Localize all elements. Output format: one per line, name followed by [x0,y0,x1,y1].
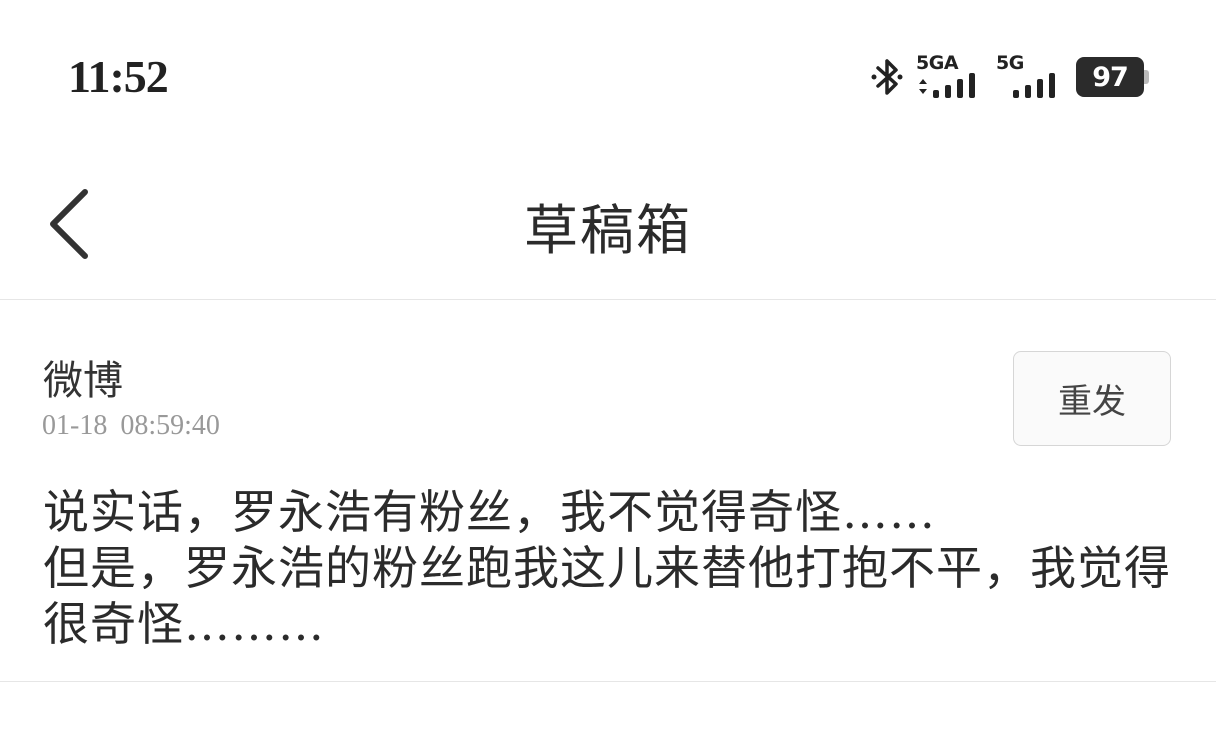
battery-icon: 97 [1076,57,1149,97]
status-time: 11:52 [68,51,169,102]
draft-source: 微博 [43,358,123,404]
draft-timestamp: 01-18 08:59:40 [42,410,220,441]
draft-content: 说实话，罗永浩有粉丝，我不觉得奇怪…… 但是，罗永浩的粉丝跑我这儿来替他打抱不平… [43,485,1171,651]
signal-5ga-icon: 5GA [916,52,984,100]
bluetooth-icon [871,59,903,95]
resend-button[interactable]: 重发 [1013,351,1171,446]
battery-level: 97 [1092,61,1129,93]
page-title: 草稿箱 [524,199,692,262]
status-bar: 11:52 5GA 5G 97 [0,0,1216,150]
header: 草稿箱 [0,150,1216,300]
status-icons: 5GA 5G 97 [870,52,1149,100]
signal-5g-icon: 5G [996,52,1060,100]
draft-item[interactable]: 微博 01-18 08:59:40 重发 说实话，罗永浩有粉丝，我不觉得奇怪……… [0,300,1216,682]
